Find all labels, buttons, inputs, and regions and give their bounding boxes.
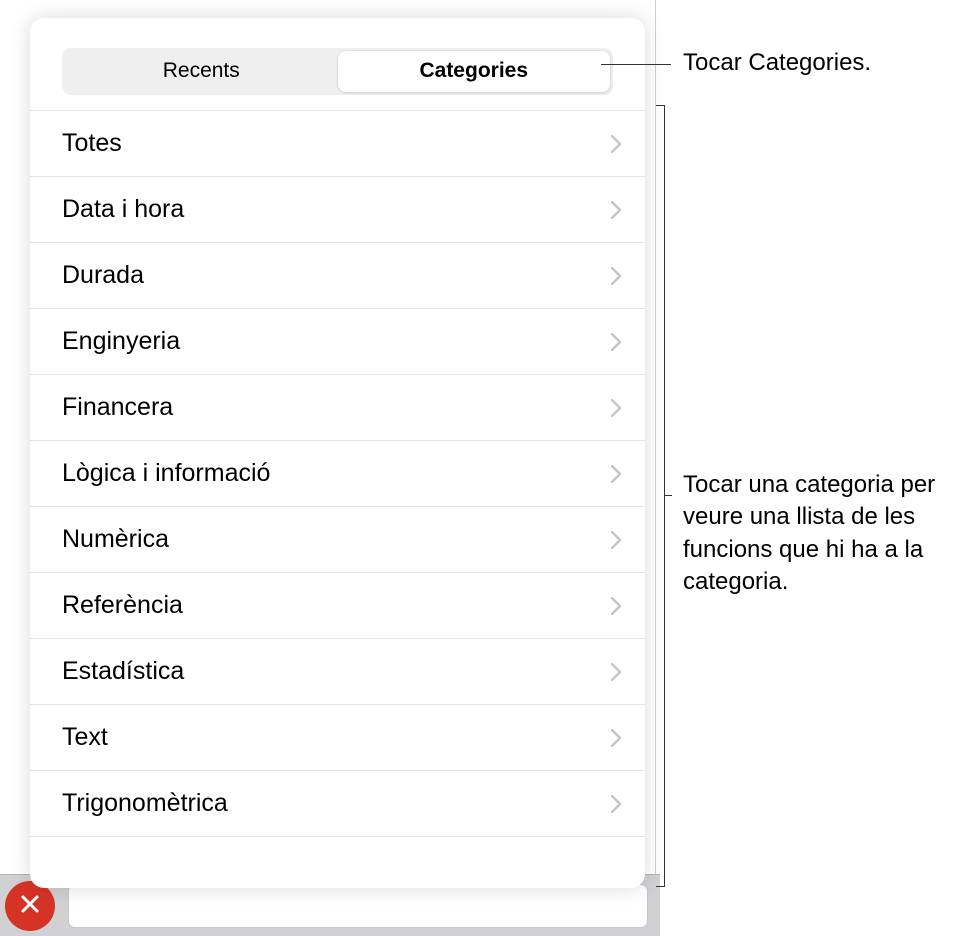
category-label: Financera [62,393,173,422]
tab-categories[interactable]: Categories [338,51,611,92]
category-label: Data i hora [62,195,184,224]
chevron-right-icon [611,135,621,153]
list-item[interactable]: Enginyeria [30,309,645,375]
category-label: Referència [62,591,183,620]
tab-recents-label: Recents [163,59,240,82]
list-item[interactable]: Durada [30,243,645,309]
chevron-right-icon [611,531,621,549]
tab-categories-label: Categories [419,59,528,82]
chevron-right-icon [611,729,621,747]
formula-input[interactable] [68,884,648,928]
list-item[interactable]: Trigonomètrica [30,771,645,837]
chevron-right-icon [611,597,621,615]
list-item[interactable]: Text [30,705,645,771]
category-label: Lògica i informació [62,459,270,488]
category-label: Totes [62,129,122,158]
chevron-right-icon [611,201,621,219]
close-icon [19,893,41,920]
callout-leader-line [601,64,671,65]
category-label: Text [62,723,108,752]
callout-bracket [660,105,672,887]
category-label: Durada [62,261,144,290]
list-item[interactable]: Totes [30,110,645,177]
tab-recents[interactable]: Recents [65,51,338,92]
list-item[interactable]: Referència [30,573,645,639]
category-label: Trigonomètrica [62,789,228,818]
chevron-right-icon [611,465,621,483]
tabs-segmented-control: Recents Categories [62,48,613,95]
close-button[interactable] [5,881,55,931]
category-label: Numèrica [62,525,169,554]
chevron-right-icon [611,333,621,351]
callout-tap-categories: Tocar Categories. [683,47,871,79]
chevron-right-icon [611,795,621,813]
list-item[interactable]: Data i hora [30,177,645,243]
list-item[interactable]: Financera [30,375,645,441]
panel-right-border [655,0,656,936]
category-label: Estadística [62,657,184,686]
category-label: Enginyeria [62,327,180,356]
list-item[interactable]: Numèrica [30,507,645,573]
chevron-right-icon [611,267,621,285]
functions-popover: Recents Categories Totes Data i hora Dur… [30,18,645,888]
callout-tap-category: Tocar una categoria per veure una llista… [683,469,953,599]
categories-list: Totes Data i hora Durada Enginyeria Fina… [30,110,645,837]
chevron-right-icon [611,399,621,417]
list-item[interactable]: Lògica i informació [30,441,645,507]
list-item[interactable]: Estadística [30,639,645,705]
chevron-right-icon [611,663,621,681]
